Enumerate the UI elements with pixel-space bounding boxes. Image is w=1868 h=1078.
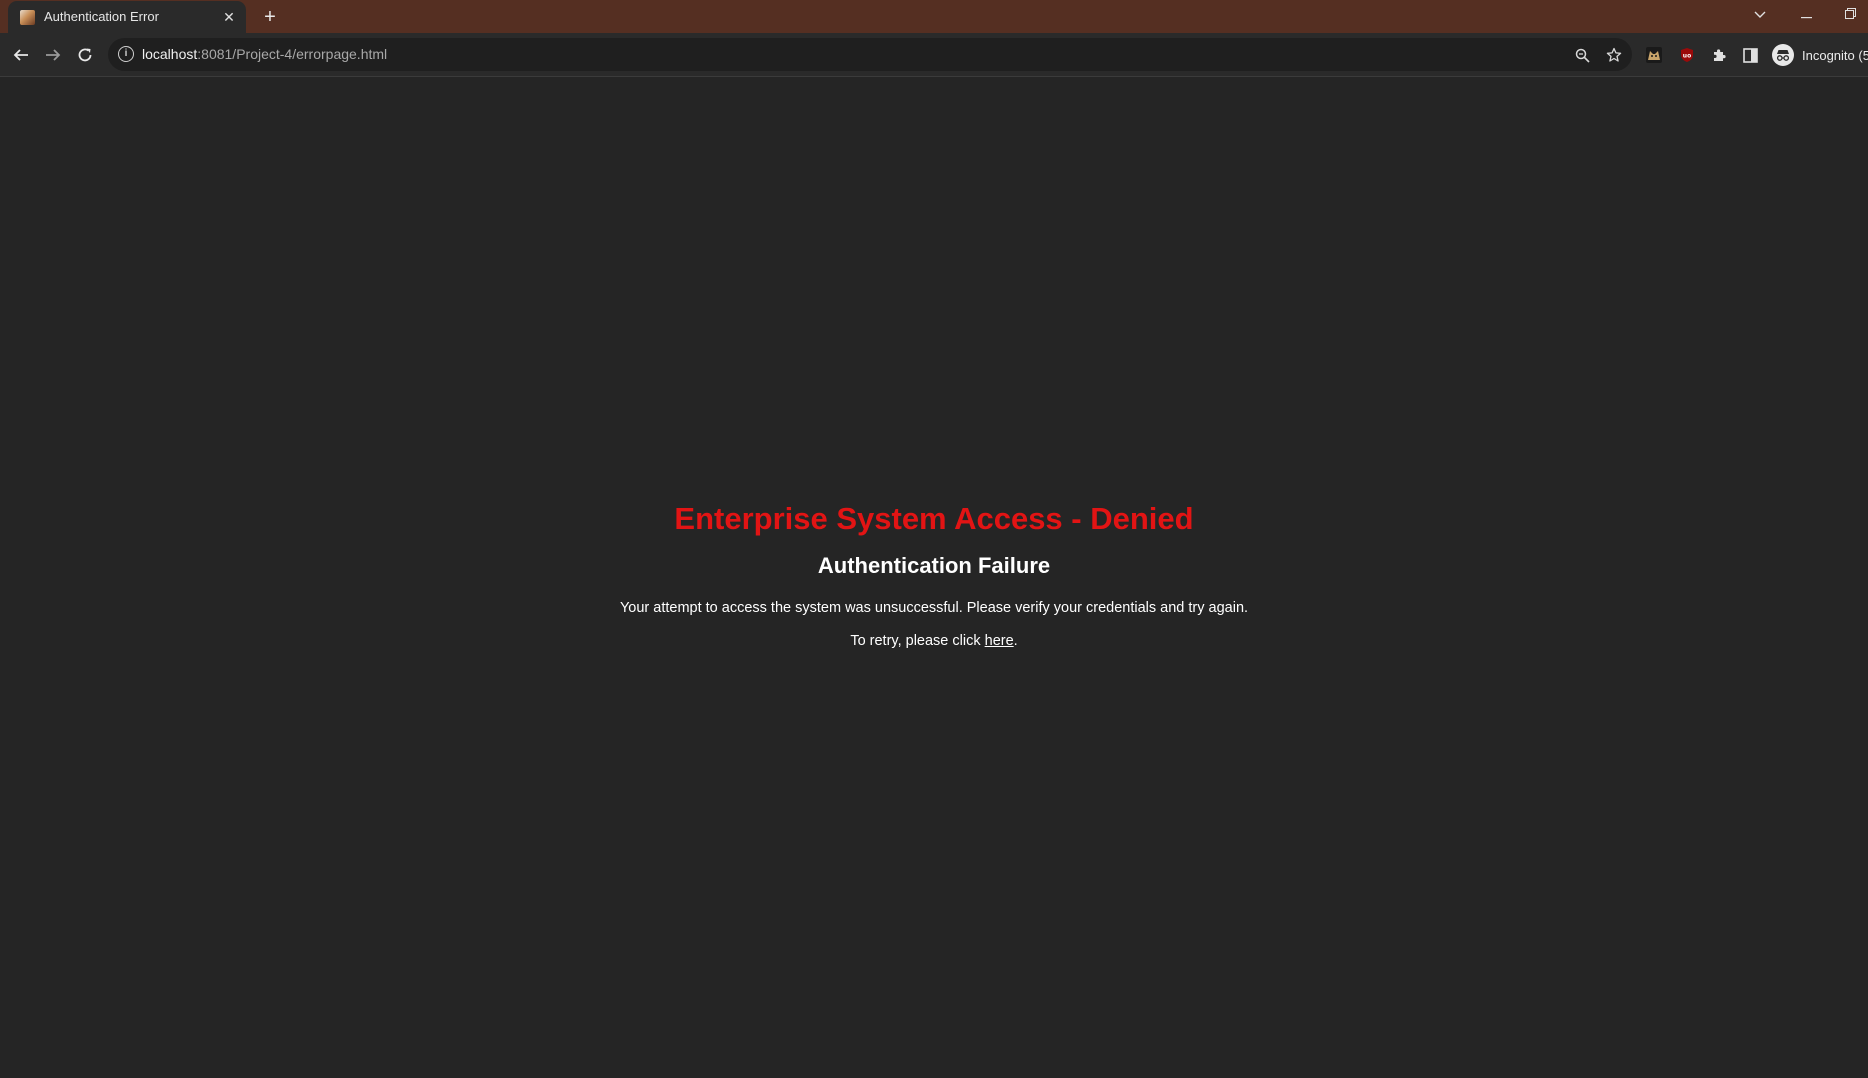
chevron-down-icon — [1754, 11, 1766, 18]
back-button[interactable] — [8, 42, 34, 68]
site-info-icon[interactable]: i — [118, 46, 134, 62]
browser-toolbar: i localhost:8081/Project-4/errorpage.htm… — [0, 33, 1868, 77]
page-subtitle: Authentication Failure — [817, 553, 1051, 578]
incognito-label: Incognito (5) — [1802, 47, 1868, 63]
extension-ublock-button[interactable]: uo — [1676, 44, 1698, 66]
side-panel-icon — [1742, 47, 1758, 63]
tab-strip: Authentication Error ✕ + — [0, 0, 1868, 33]
star-icon — [1606, 47, 1622, 62]
profile-incognito-button[interactable]: Incognito (5) — [1772, 40, 1868, 70]
extension-cat-icon — [1646, 47, 1662, 63]
new-tab-button[interactable]: + — [258, 5, 282, 29]
minimize-icon — [1800, 17, 1812, 19]
extensions-menu-button[interactable] — [1708, 44, 1730, 66]
bookmark-button[interactable] — [1603, 44, 1625, 66]
site-favicon-icon — [20, 10, 35, 25]
error-content: Enterprise System Access - Denied Authen… — [0, 501, 1868, 650]
puzzle-icon — [1714, 49, 1726, 61]
tab-search-button[interactable] — [1740, 0, 1780, 30]
browser-window: Authentication Error ✕ + i localhost:808… — [0, 0, 1868, 1078]
forward-arrow-icon — [46, 49, 61, 61]
back-arrow-icon — [13, 49, 28, 61]
address-bar[interactable]: i localhost:8081/Project-4/errorpage.htm… — [108, 38, 1632, 71]
error-message: Your attempt to access the system was un… — [619, 600, 1249, 616]
page-title: Enterprise System Access - Denied — [674, 501, 1194, 536]
retry-line: To retry, please click here. — [0, 632, 1868, 650]
url-host: localhost — [142, 46, 198, 62]
svg-text:uo: uo — [1683, 53, 1691, 60]
url-text[interactable]: localhost:8081/Project-4/errorpage.html — [142, 46, 387, 62]
restore-icon — [1844, 8, 1856, 19]
url-path: :8081/Project-4/errorpage.html — [197, 46, 388, 62]
reload-icon — [78, 48, 92, 62]
incognito-icon — [1772, 44, 1794, 66]
tab-authentication-error[interactable]: Authentication Error ✕ — [8, 1, 246, 33]
ublock-shield-icon: uo — [1681, 48, 1693, 62]
tab-title: Authentication Error — [44, 9, 159, 24]
forward-button[interactable] — [40, 42, 66, 68]
reload-button[interactable] — [72, 42, 98, 68]
minimize-button[interactable] — [1786, 0, 1826, 30]
zoom-icon — [1575, 48, 1590, 63]
retry-prefix: To retry, please click — [850, 633, 985, 649]
restore-button[interactable] — [1830, 0, 1868, 30]
side-panel-button[interactable] — [1739, 44, 1761, 66]
tab-close-icon[interactable]: ✕ — [220, 8, 238, 26]
zoom-button[interactable] — [1571, 44, 1593, 66]
retry-link[interactable]: here — [985, 633, 1014, 649]
retry-suffix: . — [1013, 633, 1018, 649]
extension-1-button[interactable] — [1643, 44, 1665, 66]
page-viewport: Enterprise System Access - Denied Authen… — [0, 77, 1868, 1078]
